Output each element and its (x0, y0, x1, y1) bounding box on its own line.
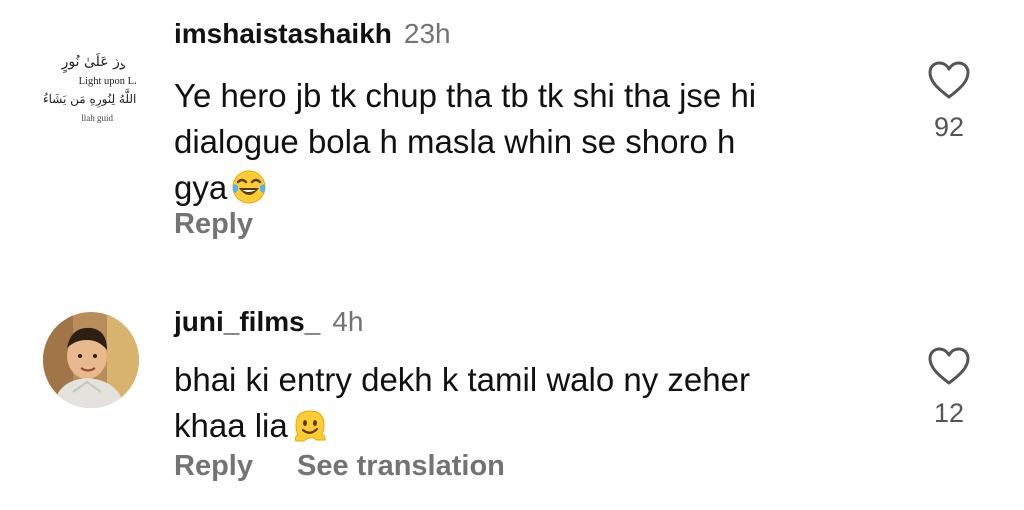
reply-button[interactable]: Reply (174, 208, 253, 241)
heart-icon[interactable] (927, 60, 971, 100)
comment-header: juni_films_ 4h (174, 306, 363, 338)
comment-actions: Reply (174, 208, 253, 241)
comment-header: imshaistashaikh 23h (174, 18, 451, 50)
like-count: 92 (933, 112, 965, 142)
reply-button[interactable]: Reply (174, 450, 253, 483)
username[interactable]: juni_films_ (174, 306, 320, 338)
comment: نُورٌ عَلَىٰ نُورٍ Light upon Li يَهْدِي… (0, 0, 1024, 260)
see-translation-button[interactable]: See translation (297, 450, 505, 483)
like-control: 12 (922, 346, 976, 429)
logo-arabic-text: نُورٌ عَلَىٰ نُورٍ (61, 54, 131, 70)
like-control: 92 (922, 60, 976, 143)
comment: juni_films_ 4h bhai ki entry dekh k tami… (0, 290, 1024, 510)
heart-icon[interactable] (927, 346, 971, 386)
logo-arabic-subtext: يَهْدِي اللَّهُ لِنُورِهِ مَن يَشَاءُ (43, 92, 139, 106)
comment-body: bhai ki entry dekh k tamil walo ny zeher… (174, 357, 894, 455)
melting-face-icon (292, 407, 328, 455)
avatar[interactable] (43, 312, 139, 408)
avatar-photo (43, 312, 139, 408)
avatar-logo: نُورٌ عَلَىٰ نُورٍ Light upon Li يَهْدِي… (43, 52, 139, 148)
timestamp: 23h (403, 18, 451, 49)
comment-body: Ye hero jb tk chup tha tb tk shi tha jse… (174, 73, 894, 217)
like-count: 12 (933, 398, 965, 428)
logo-english-subtext: llah guid (81, 113, 113, 123)
avatar[interactable]: نُورٌ عَلَىٰ نُورٍ Light upon Li يَهْدِي… (43, 52, 139, 148)
logo-english-text: Light upon Li (78, 76, 137, 87)
timestamp: 4h (332, 306, 364, 337)
comment-actions: Reply See translation (174, 450, 505, 483)
comment-text: bhai ki entry dekh k tamil walo ny zeher… (174, 361, 750, 444)
username[interactable]: imshaistashaikh (174, 18, 392, 50)
